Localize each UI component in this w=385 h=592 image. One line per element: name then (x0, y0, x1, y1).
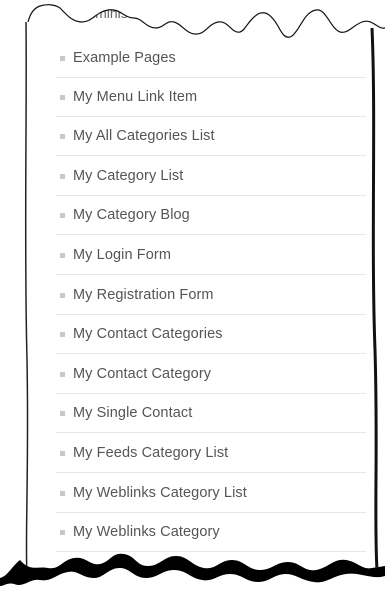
torn-paper-edge (0, 0, 385, 592)
torn-screenshot: Administrat Example Pages My Menu Link I… (0, 0, 385, 592)
